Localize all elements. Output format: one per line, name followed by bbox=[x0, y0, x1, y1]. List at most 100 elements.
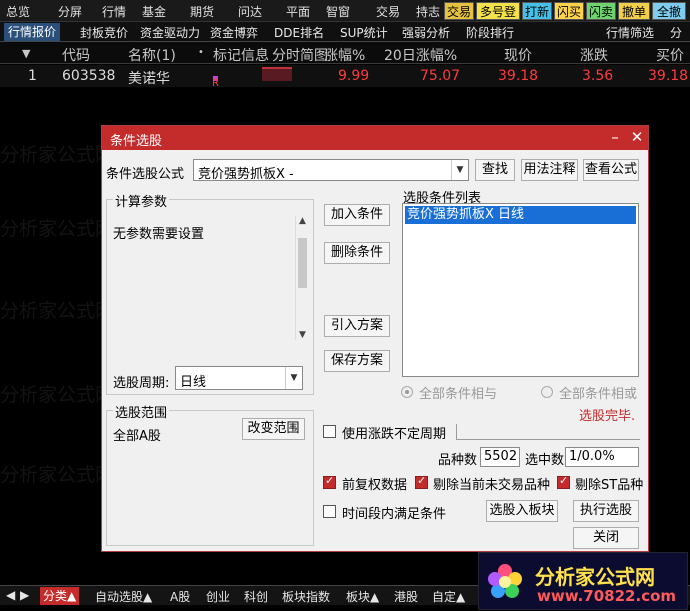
radio-or-label: 全部条件相或 bbox=[559, 387, 638, 402]
tab-capital-game[interactable]: 资金博弈 bbox=[210, 24, 258, 41]
row-price: 39.18 bbox=[498, 68, 539, 84]
radio-or[interactable] bbox=[541, 386, 553, 398]
find-button[interactable]: 查找 bbox=[475, 159, 515, 181]
bottom-tab-category[interactable]: 分类▲ bbox=[40, 587, 80, 605]
menu-wenda[interactable]: 问达 bbox=[238, 3, 262, 20]
change-range-button[interactable]: 改变范围 bbox=[242, 418, 305, 440]
menu-split[interactable]: 分屏 bbox=[58, 3, 82, 20]
minimize-icon[interactable]: – bbox=[606, 128, 624, 146]
tab-limit-bid[interactable]: 封板竞价 bbox=[80, 24, 128, 41]
close-button[interactable]: 关闭 bbox=[573, 527, 639, 549]
row-sparkline bbox=[262, 67, 292, 81]
view-formula-button[interactable]: 查看公式 bbox=[583, 159, 639, 181]
formula-select[interactable]: 竞价强势抓板X - ▼ bbox=[193, 159, 469, 182]
menu-fund[interactable]: 基金 bbox=[142, 3, 166, 20]
period-meet-checkbox[interactable] bbox=[323, 505, 336, 518]
col-bid[interactable]: 买价 bbox=[656, 45, 684, 65]
multi-login-button[interactable]: 多号登 bbox=[476, 2, 520, 20]
bottom-tab-hk[interactable]: 港股 bbox=[394, 588, 418, 605]
exclude-untraded-label: 剔除当前未交易品种 bbox=[433, 478, 551, 493]
chevron-down-icon[interactable]: ▼ bbox=[451, 160, 468, 180]
condition-list-item[interactable]: 竞价强势抓板X 日线 bbox=[405, 206, 636, 224]
condition-stock-picker-dialog: 条件选股 – ✕ 条件选股公式 竞价强势抓板X - ▼ 查找 用法注释 查看公式… bbox=[101, 125, 649, 552]
col-mark[interactable]: 标记信息 bbox=[213, 45, 269, 65]
bottom-tab-custom[interactable]: 自定▲ bbox=[432, 588, 465, 605]
cancel-order-button[interactable]: 撤单 bbox=[618, 2, 650, 20]
table-header: ▼ 代码 名称(1) • 标记信息 分时简图 涨幅% 20日涨幅% 现价 涨跌 … bbox=[0, 42, 690, 64]
menu-trade[interactable]: 交易 bbox=[376, 3, 400, 20]
tab-more[interactable]: 分 bbox=[670, 24, 682, 41]
col-change[interactable]: 涨跌 bbox=[580, 45, 608, 65]
tab-quotes[interactable]: 行情报价 bbox=[4, 23, 61, 41]
nav-right-icon[interactable]: ▶ bbox=[20, 588, 29, 602]
site-logo: 分析家公式网 www.70822.com bbox=[478, 552, 688, 610]
status-text: 选股完毕. bbox=[579, 409, 636, 424]
row-change: 3.56 bbox=[582, 68, 614, 84]
rehab-checkbox[interactable] bbox=[323, 474, 336, 489]
tab-capital-drive[interactable]: 资金驱动力 bbox=[140, 24, 200, 41]
period-select[interactable]: 日线 ▼ bbox=[175, 366, 303, 390]
execute-button[interactable]: 执行选股 bbox=[573, 500, 639, 522]
tab-sup-stats[interactable]: SUP统计 bbox=[340, 24, 388, 41]
row-pct: 9.99 bbox=[338, 68, 370, 84]
save-scheme-button[interactable]: 保存方案 bbox=[324, 350, 390, 372]
table-row[interactable]: 1 603538 美诺华 ▪ R 9.99 75.07 39.18 3.56 3… bbox=[0, 65, 690, 89]
bottom-tab-auto-pick[interactable]: 自动选股▲ bbox=[95, 588, 152, 605]
col-pct20[interactable]: 20日涨幅% bbox=[384, 45, 457, 65]
menu-smart-window[interactable]: 智窗 bbox=[326, 3, 350, 20]
menu-holdings[interactable]: 持志 bbox=[416, 3, 440, 20]
col-name[interactable]: 名称(1) bbox=[128, 45, 176, 65]
tab-dde-rank[interactable]: DDE排名 bbox=[274, 24, 324, 41]
flash-buy-button[interactable]: 闪买 bbox=[554, 2, 584, 20]
col-price[interactable]: 现价 bbox=[504, 45, 532, 65]
menu-quotes[interactable]: 行情 bbox=[102, 3, 126, 20]
bottom-tab-star[interactable]: 科创 bbox=[244, 588, 268, 605]
import-scheme-button[interactable]: 引入方案 bbox=[324, 315, 390, 337]
flash-sell-button[interactable]: 闪卖 bbox=[586, 2, 616, 20]
nav-left-icon[interactable]: ◀ bbox=[6, 588, 15, 602]
tab-stage-rank[interactable]: 阶段排行 bbox=[466, 24, 514, 41]
radio-and[interactable] bbox=[401, 386, 413, 398]
tab-strength-analysis[interactable]: 强弱分析 bbox=[402, 24, 450, 41]
delete-condition-button[interactable]: 删除条件 bbox=[324, 242, 390, 264]
bottom-tab-a-shares[interactable]: A股 bbox=[170, 588, 190, 605]
condition-list[interactable]: 竞价强势抓板X 日线 bbox=[402, 203, 639, 377]
menu-overview[interactable]: 总览 bbox=[6, 3, 30, 20]
params-group: 计算参数 无参数需要设置 ▲ ▼ 选股周期: 日线 ▼ bbox=[106, 191, 314, 395]
ipo-button[interactable]: 打新 bbox=[522, 2, 552, 20]
params-scrollbar[interactable]: ▲ ▼ bbox=[295, 216, 309, 340]
sort-icon[interactable]: ▼ bbox=[22, 47, 30, 60]
dialog-title-bar[interactable]: 条件选股 – ✕ bbox=[102, 126, 648, 150]
exclude-untraded-checkbox[interactable] bbox=[415, 474, 428, 489]
bottom-tab-chinext[interactable]: 创业 bbox=[206, 588, 230, 605]
tab-quote-filter[interactable]: 行情筛选 bbox=[606, 24, 654, 41]
exclude-st-checkbox[interactable] bbox=[557, 474, 570, 489]
col-sparkline[interactable]: 分时简图 bbox=[272, 45, 328, 65]
params-group-title: 计算参数 bbox=[113, 191, 170, 210]
radio-and-label: 全部条件相与 bbox=[419, 387, 498, 402]
cancel-all-button[interactable]: 全撤 bbox=[652, 2, 686, 20]
menu-futures[interactable]: 期货 bbox=[190, 3, 214, 20]
col-pct[interactable]: 涨幅% bbox=[324, 45, 365, 65]
col-code[interactable]: 代码 bbox=[62, 45, 90, 65]
logo-url: www.70822.com bbox=[537, 587, 677, 605]
add-to-block-button[interactable]: 选股入板块 bbox=[486, 500, 558, 522]
usage-notes-button[interactable]: 用法注释 bbox=[521, 159, 578, 181]
use-period-label: 使用涨跌不定周期 bbox=[342, 427, 447, 442]
close-icon[interactable]: ✕ bbox=[628, 128, 646, 146]
bottom-tab-block-index[interactable]: 板块指数 bbox=[282, 588, 330, 605]
count-label: 品种数 bbox=[438, 453, 478, 468]
trade-button[interactable]: 交易 bbox=[444, 2, 474, 20]
formula-value: 竞价强势抓板X - bbox=[198, 167, 294, 182]
chevron-down-icon[interactable]: ▼ bbox=[285, 367, 302, 389]
menu-plane[interactable]: 平面 bbox=[286, 3, 310, 20]
period-range-field[interactable] bbox=[456, 424, 640, 440]
bottom-tab-block[interactable]: 板块▲ bbox=[346, 588, 379, 605]
selected-label: 选中数 bbox=[525, 453, 565, 468]
range-group-title: 选股范围 bbox=[113, 402, 170, 421]
row-name: 美诺华 bbox=[128, 71, 170, 87]
row-bid: 39.18 bbox=[648, 68, 689, 84]
use-period-checkbox[interactable] bbox=[323, 425, 336, 438]
add-condition-button[interactable]: 加入条件 bbox=[324, 204, 390, 226]
selected-field: 1/0.0% bbox=[565, 447, 639, 467]
